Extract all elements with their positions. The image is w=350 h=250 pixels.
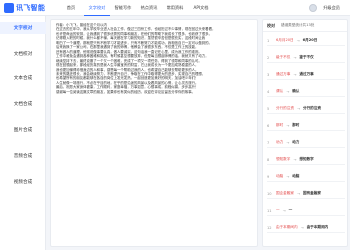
arrow-right-icon: →: [286, 174, 290, 179]
panel-header: 校对 错误类型统计共13处: [263, 20, 347, 32]
arrow-right-icon: →: [296, 106, 300, 111]
correction-row[interactable]: 2 级于不仅 → 鉴于不仅: [267, 53, 345, 63]
editor-content[interactable]: 作者：小飞飞，曾经在这个月以内 在过去的五年中，我从学校毕业进入社会工作，做过三…: [56, 23, 254, 94]
arrow-right-icon: →: [286, 123, 290, 128]
correction-original: 6月月20日: [276, 38, 294, 42]
correction-index: 5: [267, 106, 270, 111]
correction-index: 9: [267, 174, 270, 179]
panel-subtitle: 错误类型统计共13处: [281, 23, 315, 27]
logo-mark-icon: [4, 3, 14, 13]
arrow-right-icon: →: [296, 191, 300, 196]
correction-index: 1: [267, 38, 270, 43]
arrow-right-icon: →: [300, 225, 304, 230]
correction-suggestion[interactable]: 鉴于不仅: [299, 55, 313, 60]
editor-line: 感谢每一位阅读这篇文章的朋友，如果你也有类似的经历，欢迎在评论区留言分享你的故事…: [56, 89, 196, 94]
correction-index: 8: [267, 157, 270, 162]
correction-suggestion[interactable]: 动脑: [292, 174, 299, 179]
correction-row[interactable]: 1 6月月20日 → 6月20日: [267, 36, 345, 46]
correction-suggestion[interactable]: 动力: [292, 140, 299, 145]
sidebar-item-image-synthesis[interactable]: 图片合成: [0, 124, 46, 136]
correction-original: 分行的注资: [276, 106, 294, 110]
arrow-right-icon: →: [293, 72, 297, 77]
correction-row[interactable]: 7 劝力 → 动力: [267, 138, 345, 148]
top-nav-bar: 讯飞智能 首页 文字校对 智能写作 热点资讯 常用资料 API文档 升级会员: [0, 0, 350, 16]
correction-index: 3: [267, 72, 270, 77]
correction-row[interactable]: 4 谓认 → 确认: [267, 87, 345, 97]
arrow-right-icon: →: [286, 89, 290, 94]
sidebar-item-text-proofread[interactable]: 文字校对: [0, 22, 46, 34]
sidebar-item-text-synthesis[interactable]: 文本合成: [0, 72, 46, 84]
user-area: 升级会员: [309, 4, 340, 12]
app-logo[interactable]: 讯飞智能: [4, 2, 45, 14]
sidebar-item-doc-proofread[interactable]: 文档校对: [0, 48, 46, 60]
text-editor[interactable]: 作者：小飞飞，曾经在这个月以内 在过去的五年中，我从学校毕业进入社会工作，做过三…: [50, 19, 258, 247]
arrow-right-icon: →: [296, 38, 300, 43]
nav-item-writing[interactable]: 智能写作: [110, 0, 136, 16]
correction-suggestion[interactable]: 确认: [292, 89, 299, 94]
correction-index: 7: [267, 140, 270, 145]
nav-item-api-docs[interactable]: API文档: [188, 0, 214, 16]
correction-original: 谓认: [276, 89, 284, 93]
correction-suggestion[interactable]: 那时: [292, 123, 299, 128]
sidebar-item-video-synthesis[interactable]: 视频合成: [0, 176, 46, 188]
correction-suggestion[interactable]: 分行的注资: [303, 106, 321, 111]
correction-original: 一: [276, 208, 280, 212]
correction-original: 那时: [276, 123, 284, 127]
correction-index: 10: [267, 191, 272, 196]
arrow-right-icon: →: [282, 208, 286, 213]
correction-original: 想知数字: [276, 157, 291, 161]
correction-suggestion[interactable]: 由于本期间内: [307, 225, 329, 230]
correction-original: 通过万事: [276, 72, 291, 76]
sidebar-item-audio-synthesis[interactable]: 音频合成: [0, 150, 46, 162]
correction-suggestion[interactable]: 想知数字: [299, 157, 313, 162]
correction-row[interactable]: 9 动脑 → 动脑: [267, 172, 345, 182]
correction-row[interactable]: 3 通过万事 → 通过万事: [267, 70, 345, 80]
correction-original: 由于本期间内: [276, 225, 298, 229]
correction-original: 国企金融家: [276, 191, 294, 195]
avatar[interactable]: [309, 4, 318, 12]
proofread-panel: 校对 错误类型统计共13处 1 6月月20日 → 6月20日 2 级于不仅 → 鉴于不仅 3 通过…: [262, 19, 348, 247]
correction-suggestion[interactable]: 通过万事: [299, 72, 313, 77]
arrow-right-icon: →: [286, 140, 290, 145]
arrow-right-icon: →: [293, 157, 297, 162]
correction-row[interactable]: 8 想知数字 → 想知数字: [267, 155, 345, 165]
nav-item-resources[interactable]: 常用资料: [162, 0, 188, 16]
correction-index: 4: [267, 89, 270, 94]
correction-row[interactable]: 12 由于本期间内 → 由于本期间内: [267, 223, 345, 233]
nav-item-proofread[interactable]: 文字校对: [84, 0, 110, 16]
correction-row[interactable]: 5 分行的注资 → 分行的注资: [267, 104, 345, 114]
correction-row[interactable]: 10 国企金融家 → 国有金融家: [267, 189, 345, 199]
correction-original: 动脑: [276, 174, 284, 178]
correction-original: 劝力: [276, 140, 284, 144]
arrow-right-icon: →: [293, 55, 297, 60]
correction-index: 11: [267, 208, 272, 213]
sidebar-item-doc-synthesis[interactable]: 文档合成: [0, 98, 46, 110]
panel-title: 校对: [267, 23, 275, 28]
correction-row[interactable]: 11 一 → 一: [267, 206, 345, 216]
correction-original: 级于不仅: [276, 55, 291, 59]
correction-suggestion[interactable]: 一: [289, 208, 293, 213]
correction-index: 6: [267, 123, 270, 128]
nav-item-news[interactable]: 热点资讯: [136, 0, 162, 16]
correction-suggestion[interactable]: 6月20日: [303, 38, 318, 43]
main-nav: 首页 文字校对 智能写作 热点资讯 常用资料 API文档: [58, 0, 214, 16]
logo-text: 讯飞智能: [16, 4, 46, 12]
correction-index: 12: [267, 225, 272, 230]
correction-suggestion[interactable]: 国有金融家: [303, 191, 321, 196]
correction-index: 2: [267, 55, 270, 60]
correction-row[interactable]: 6 那时 → 那时: [267, 121, 345, 131]
nav-item-home[interactable]: 首页: [58, 0, 84, 16]
sidebar: 文字校对 文档校对 文本合成 文档合成 图片合成 音频合成 视频合成: [0, 16, 46, 250]
upgrade-link[interactable]: 升级会员: [323, 5, 340, 11]
